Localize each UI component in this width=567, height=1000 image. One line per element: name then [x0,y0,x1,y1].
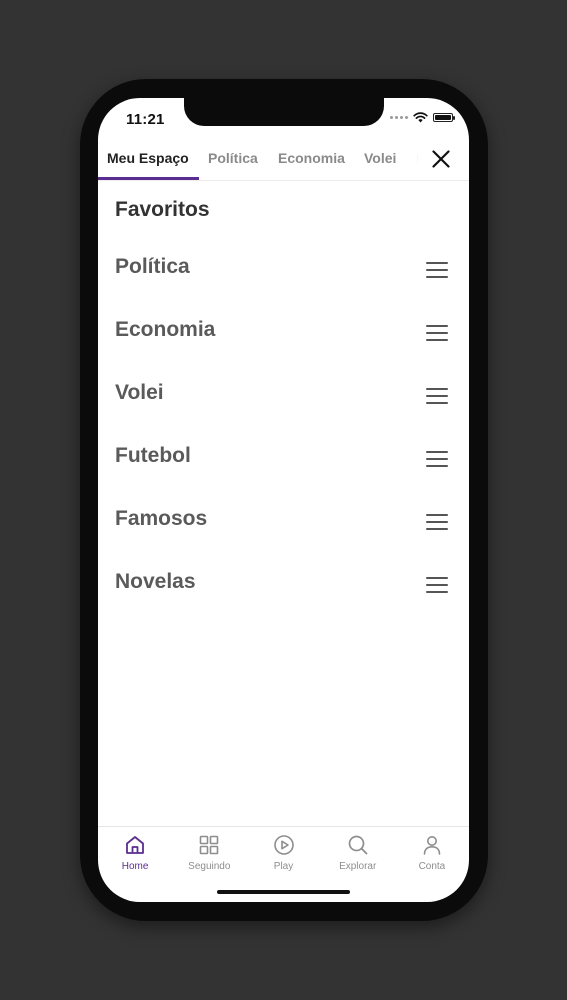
section-title: Favoritos [115,198,210,221]
nav-play-label: Play [273,861,294,872]
active-tab-indicator [98,177,199,180]
signal-icon [390,116,408,119]
drag-handle-icon[interactable] [424,512,450,532]
list-item[interactable]: Política [98,238,469,301]
nav-home[interactable]: Home [98,827,172,879]
favorite-label: Novelas [115,570,196,593]
drag-handle-icon[interactable] [424,386,450,406]
status-icons [390,112,455,123]
tab-politica[interactable]: Política [208,150,258,166]
close-button[interactable] [428,146,454,172]
nav-seguindo[interactable]: Seguindo [172,827,246,879]
drag-handle-icon[interactable] [424,260,450,280]
list-item[interactable]: Economia [98,301,469,364]
play-icon [273,834,295,856]
favorite-label: Famosos [115,507,208,530]
tabs-fade [403,142,425,176]
close-icon [432,150,450,168]
list-item[interactable]: Novelas [98,553,469,616]
nav-conta-label: Conta [418,861,446,872]
status-time: 11:21 [126,111,165,128]
nav-seguindo-label: Seguindo [188,861,231,872]
favorites-list: Política Economia Volei Futebol Famosos [98,238,469,616]
drag-handle-icon[interactable] [424,449,450,469]
tab-volei[interactable]: Volei [364,150,396,166]
nav-conta[interactable]: Conta [395,827,469,879]
bottom-navigation: Home Seguindo Play Explorar Conta [98,826,469,879]
home-indicator [217,890,350,894]
list-item[interactable]: Volei [98,364,469,427]
favorite-label: Volei [115,381,164,404]
nav-home-label: Home [121,861,149,872]
nav-explorar-label: Explorar [339,861,377,872]
notch [184,98,384,126]
tab-meu-espaco[interactable]: Meu Espaço [107,150,189,166]
user-icon [421,834,443,856]
list-item[interactable]: Futebol [98,427,469,490]
favorite-label: Política [115,255,190,278]
nav-explorar[interactable]: Explorar [321,827,395,879]
favorite-label: Futebol [115,444,191,467]
home-icon [124,834,146,856]
battery-icon [433,113,455,122]
drag-handle-icon[interactable] [424,575,450,595]
tab-economia[interactable]: Economia [278,150,345,166]
list-item[interactable]: Famosos [98,490,469,553]
wifi-icon [413,112,428,123]
favorite-label: Economia [115,318,216,341]
grid-icon [198,834,220,856]
category-tabs: Meu Espaço Política Economia Volei F [98,142,469,181]
search-icon [347,834,369,856]
drag-handle-icon[interactable] [424,323,450,343]
phone-screen: 11:21 Meu Espaço Política Economia Volei… [98,98,469,902]
nav-play[interactable]: Play [246,827,320,879]
